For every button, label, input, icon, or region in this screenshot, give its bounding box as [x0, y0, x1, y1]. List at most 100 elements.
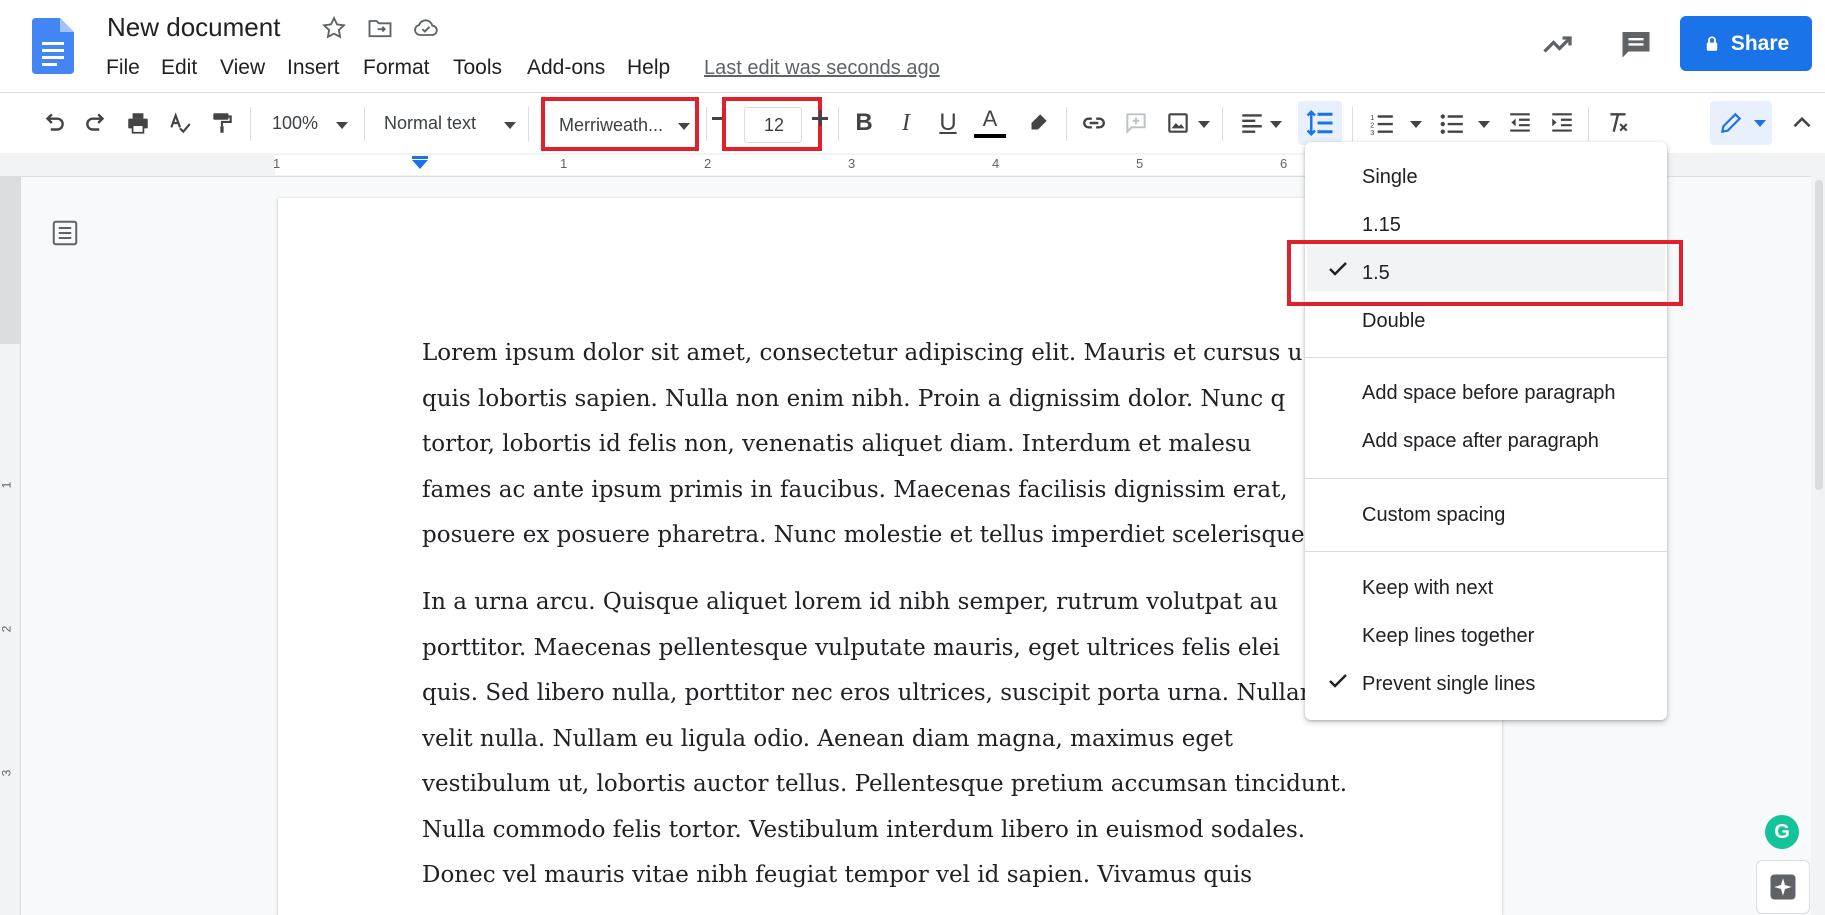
lock-icon: [1706, 35, 1718, 51]
zoom-value: 100%: [272, 113, 319, 133]
bulleted-list-icon[interactable]: [1436, 107, 1468, 139]
menu-insert[interactable]: Insert: [287, 56, 340, 80]
toolbar-divider: [1066, 107, 1067, 141]
menu-divider: [1305, 551, 1667, 552]
font-family-value: Merriweath...: [559, 115, 664, 135]
vertical-ruler-mark: 2: [0, 625, 14, 633]
share-button[interactable]: Share: [1680, 16, 1812, 71]
paragraph[interactable]: Lorem ipsum dolor sit amet, consectetur …: [422, 331, 1357, 559]
line-spacing-icon: [1306, 109, 1333, 137]
increase-indent-icon[interactable]: [1546, 107, 1578, 139]
pencil-icon: [1720, 112, 1742, 134]
star-icon[interactable]: [320, 14, 350, 44]
svg-text:3: 3: [1370, 128, 1374, 136]
line-spacing-menu: Single 1.15 1.5 Double Add space before …: [1305, 142, 1667, 720]
first-line-indent-marker[interactable]: [412, 156, 428, 159]
paint-format-icon[interactable]: [206, 107, 238, 139]
chevron-down-icon[interactable]: [1270, 121, 1282, 128]
annotation-highlight-box: [1287, 240, 1683, 306]
undo-icon[interactable]: [38, 107, 70, 139]
menu-edit[interactable]: Edit: [161, 56, 197, 80]
text-line: velit nulla. Nullam eu ligula odio. Aene…: [422, 725, 1233, 752]
chevron-down-icon: [336, 122, 348, 129]
menu-help[interactable]: Help: [627, 56, 670, 80]
text-line: fames ac ante ipsum primis in faucibus. …: [422, 476, 1288, 503]
chevron-down-icon[interactable]: [1478, 121, 1490, 128]
menu-divider: [1305, 357, 1667, 358]
menu-item-double[interactable]: Double: [1362, 310, 1425, 333]
font-size-field[interactable]: 12: [722, 97, 822, 151]
toolbar-divider: [838, 107, 839, 141]
font-family-select[interactable]: Merriweath...: [541, 97, 699, 151]
checkmark-icon: [1329, 674, 1347, 688]
move-folder-icon[interactable]: [366, 14, 396, 44]
last-edit-link[interactable]: Last edit was seconds ago: [704, 57, 940, 80]
print-icon[interactable]: [122, 107, 154, 139]
underline-icon[interactable]: U: [932, 107, 964, 139]
menu-item-single[interactable]: Single: [1362, 166, 1418, 189]
ruler-mark: 2: [704, 156, 712, 171]
highlight-color-icon[interactable]: [1022, 107, 1054, 139]
menu-item-1-15[interactable]: 1.15: [1362, 214, 1401, 237]
decrease-indent-icon[interactable]: [1504, 107, 1536, 139]
text-line: In a urna arcu. Quisque aliquet lorem id…: [422, 589, 1279, 615]
editing-mode-button[interactable]: [1710, 101, 1772, 145]
menu-item-keep-with-next[interactable]: Keep with next: [1362, 577, 1493, 600]
align-left-icon[interactable]: [1236, 107, 1268, 139]
add-comment-icon[interactable]: [1120, 107, 1152, 139]
menu-item-custom-spacing[interactable]: Custom spacing: [1362, 504, 1505, 527]
insert-link-icon[interactable]: [1078, 107, 1110, 139]
zoom-select[interactable]: 100%: [262, 101, 358, 145]
indent-marker[interactable]: [412, 160, 428, 169]
line-spacing-button[interactable]: [1298, 101, 1342, 145]
explore-button[interactable]: [1756, 860, 1810, 914]
text-line: Donec vel mauris vitae nibh feugiat temp…: [422, 862, 1253, 888]
paragraph-style-select[interactable]: Normal text: [372, 101, 520, 145]
italic-icon[interactable]: I: [890, 107, 922, 139]
menu-item-space-after[interactable]: Add space after paragraph: [1362, 430, 1599, 453]
menu-tools[interactable]: Tools: [453, 56, 502, 80]
numbered-list-icon[interactable]: 123: [1366, 107, 1398, 139]
insert-image-icon[interactable]: [1162, 107, 1194, 139]
menu-item-keep-lines-together[interactable]: Keep lines together: [1362, 625, 1534, 648]
chevron-up-icon[interactable]: [1786, 107, 1818, 139]
menu-file[interactable]: File: [106, 56, 140, 80]
bold-icon[interactable]: B: [848, 107, 880, 139]
chevron-down-icon[interactable]: [1198, 121, 1210, 128]
explore-icon: [1770, 874, 1796, 900]
chevron-down-icon: [678, 123, 690, 130]
scrollbar-thumb[interactable]: [1815, 180, 1823, 490]
menu-item-space-before[interactable]: Add space before paragraph: [1362, 382, 1616, 405]
clear-formatting-icon[interactable]: [1602, 107, 1634, 139]
text-line: vestibulum ut, lobortis auctor tellus. P…: [422, 771, 1348, 797]
activity-dashboard-icon[interactable]: [1540, 26, 1576, 62]
menu-add-ons[interactable]: Add-ons: [527, 56, 605, 80]
toolbar-divider: [1588, 107, 1589, 141]
spellcheck-icon[interactable]: [164, 107, 196, 139]
menu-item-prevent-single-lines[interactable]: Prevent single lines: [1362, 673, 1535, 696]
vertical-ruler-mark: 1: [0, 481, 14, 489]
share-label: Share: [1730, 31, 1790, 55]
text-line: porttitor. Maecenas pellentesque vulputa…: [422, 634, 1280, 661]
increase-font-size-icon[interactable]: [812, 110, 828, 126]
document-title[interactable]: New document: [107, 12, 280, 43]
grammarly-icon[interactable]: G: [1765, 815, 1799, 849]
document-outline-icon[interactable]: [50, 218, 80, 250]
toolbar-divider: [250, 107, 251, 141]
toolbar-divider: [364, 107, 365, 141]
chevron-down-icon[interactable]: [1410, 121, 1422, 128]
ruler-mark: 5: [1136, 156, 1144, 171]
text-color-icon[interactable]: A: [974, 107, 1006, 139]
docs-logo-icon[interactable]: [32, 18, 74, 74]
menu-view[interactable]: View: [220, 56, 265, 80]
text-line: quis. Sed libero nulla, porttitor nec er…: [422, 680, 1311, 706]
chevron-down-icon: [504, 122, 516, 129]
vertical-ruler-margin: [0, 176, 20, 344]
comments-icon[interactable]: [1618, 26, 1654, 62]
paragraph[interactable]: In a urna arcu. Quisque aliquet lorem id…: [422, 580, 1357, 899]
redo-icon[interactable]: [80, 107, 112, 139]
cloud-saved-icon[interactable]: [412, 14, 442, 44]
ruler-mark: 4: [992, 156, 1000, 171]
ruler-mark: 3: [848, 156, 856, 171]
menu-format[interactable]: Format: [363, 56, 430, 80]
